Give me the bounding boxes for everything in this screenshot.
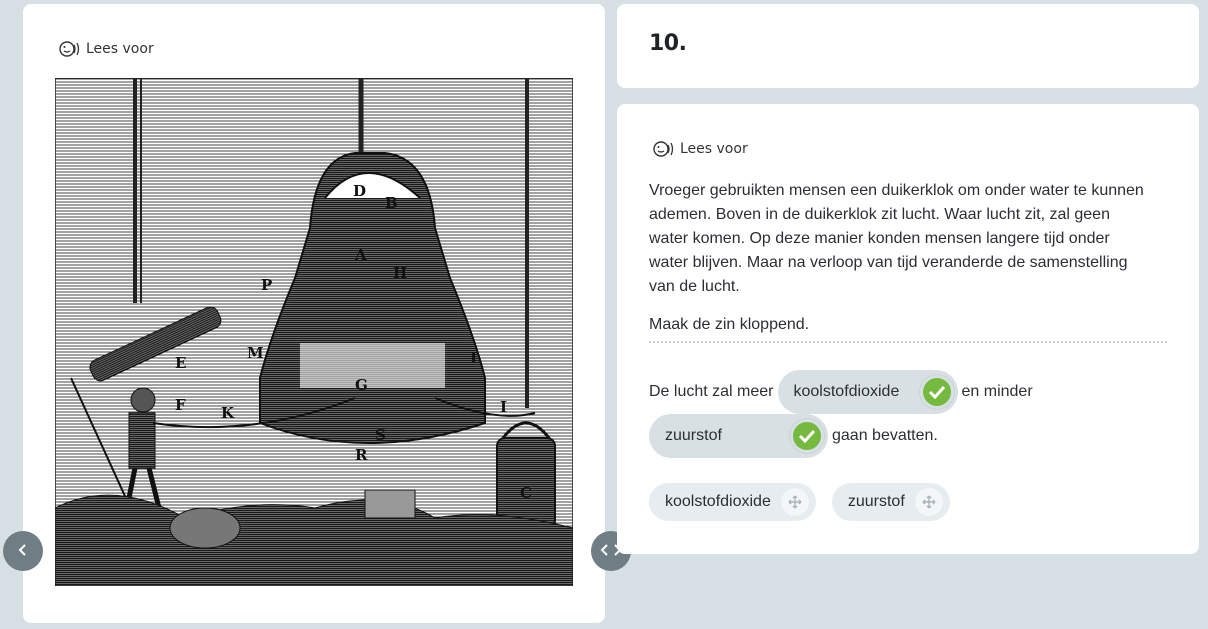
option-label: koolstofdioxide — [665, 493, 771, 510]
passage-text: Vroeger gebruikten mensen een duikerklok… — [649, 182, 1144, 295]
drop-zone-1[interactable]: koolstofdioxide — [777, 370, 958, 414]
svg-text:L: L — [470, 349, 481, 367]
checkmark-icon — [790, 419, 824, 453]
drop-zone-1-value: koolstofdioxide — [793, 383, 900, 400]
divider — [649, 341, 1167, 343]
svg-text:G: G — [355, 376, 368, 394]
checkmark-icon — [919, 375, 954, 409]
sentence-part-3: gaan bevatten. — [832, 427, 938, 444]
svg-text:H: H — [393, 264, 407, 282]
svg-text:S: S — [375, 426, 386, 444]
move-arrows-icon — [914, 488, 943, 516]
drop-zone-2[interactable]: zuurstof — [649, 414, 828, 458]
question-number: 10. — [649, 31, 687, 56]
question-panel: Lees voor Vroeger gebruikten mensen een … — [617, 104, 1199, 554]
svg-text:P: P — [261, 276, 272, 294]
svg-text:R: R — [355, 446, 368, 464]
instruction-text: Maak de zin kloppend. — [649, 316, 810, 333]
option-chip-koolstofdioxide[interactable]: koolstofdioxide — [649, 483, 816, 521]
sentence-part-2: en minder — [961, 383, 1033, 400]
read-aloud-button[interactable]: Lees voor — [59, 40, 154, 58]
diving-bell-engraving: D B A H P M E F K G S R L I C — [55, 78, 573, 586]
svg-text:K: K — [221, 404, 235, 422]
answer-options: koolstofdioxide zuurstof — [649, 483, 950, 521]
move-arrows-icon — [780, 488, 809, 516]
svg-text:E: E — [175, 354, 186, 372]
svg-text:B: B — [385, 194, 398, 212]
read-aloud-label: Lees voor — [680, 141, 748, 157]
svg-text:I: I — [500, 398, 507, 416]
cloze-sentence: De lucht zal meer koolstofdioxide en min… — [649, 370, 1179, 458]
read-aloud-label: Lees voor — [86, 41, 154, 57]
option-label: zuurstof — [847, 493, 905, 510]
svg-text:M: M — [247, 344, 264, 362]
svg-text:F: F — [175, 396, 186, 414]
svg-text:D: D — [353, 182, 366, 200]
question-header: 10. — [617, 4, 1199, 88]
previous-button[interactable] — [3, 531, 43, 571]
drop-zone-2-value: zuurstof — [665, 427, 722, 444]
option-chip-zuurstof[interactable]: zuurstof — [831, 483, 950, 521]
illustration-panel: Lees voor D B A H P M E F K G S R L I C — [23, 4, 605, 623]
read-aloud-button[interactable]: Lees voor — [653, 140, 748, 158]
svg-text:C: C — [520, 484, 532, 502]
speaker-face-icon — [653, 140, 675, 158]
svg-text:A: A — [354, 246, 367, 264]
chevron-left-icon — [16, 542, 30, 561]
sentence-part-1: De lucht zal meer — [649, 383, 774, 400]
speaker-face-icon — [59, 40, 81, 58]
